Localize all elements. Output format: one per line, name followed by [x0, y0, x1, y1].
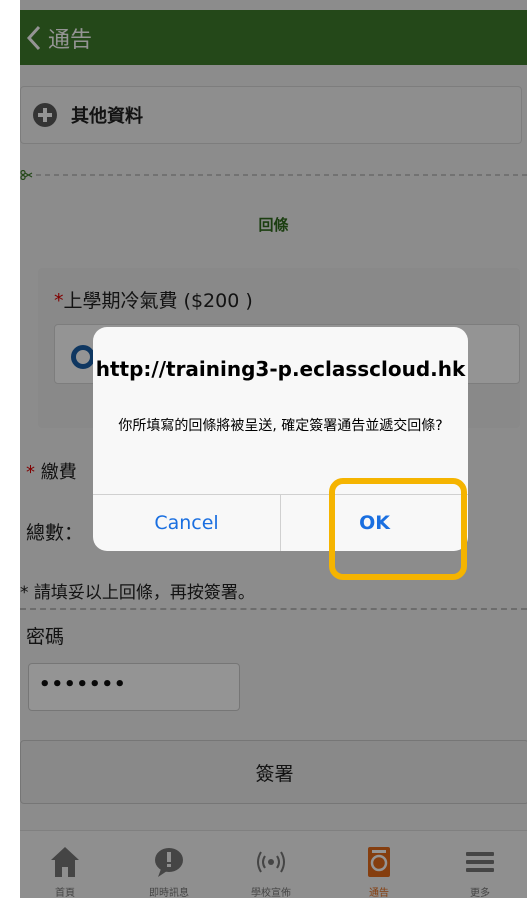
app-screen: 通告 其他資料 回條 *上學期冷氣費 ($200 ) * 繳費 總數： * 請填… — [20, 0, 527, 898]
dialog-message: 你所填寫的回條將被呈送, 確定簽署通告並遞交回條? — [118, 418, 443, 434]
highlight-box — [329, 478, 467, 580]
cancel-button[interactable]: Cancel — [93, 495, 280, 551]
dialog-title: http://training3-p.eclasscloud.hk — [95, 357, 466, 381]
